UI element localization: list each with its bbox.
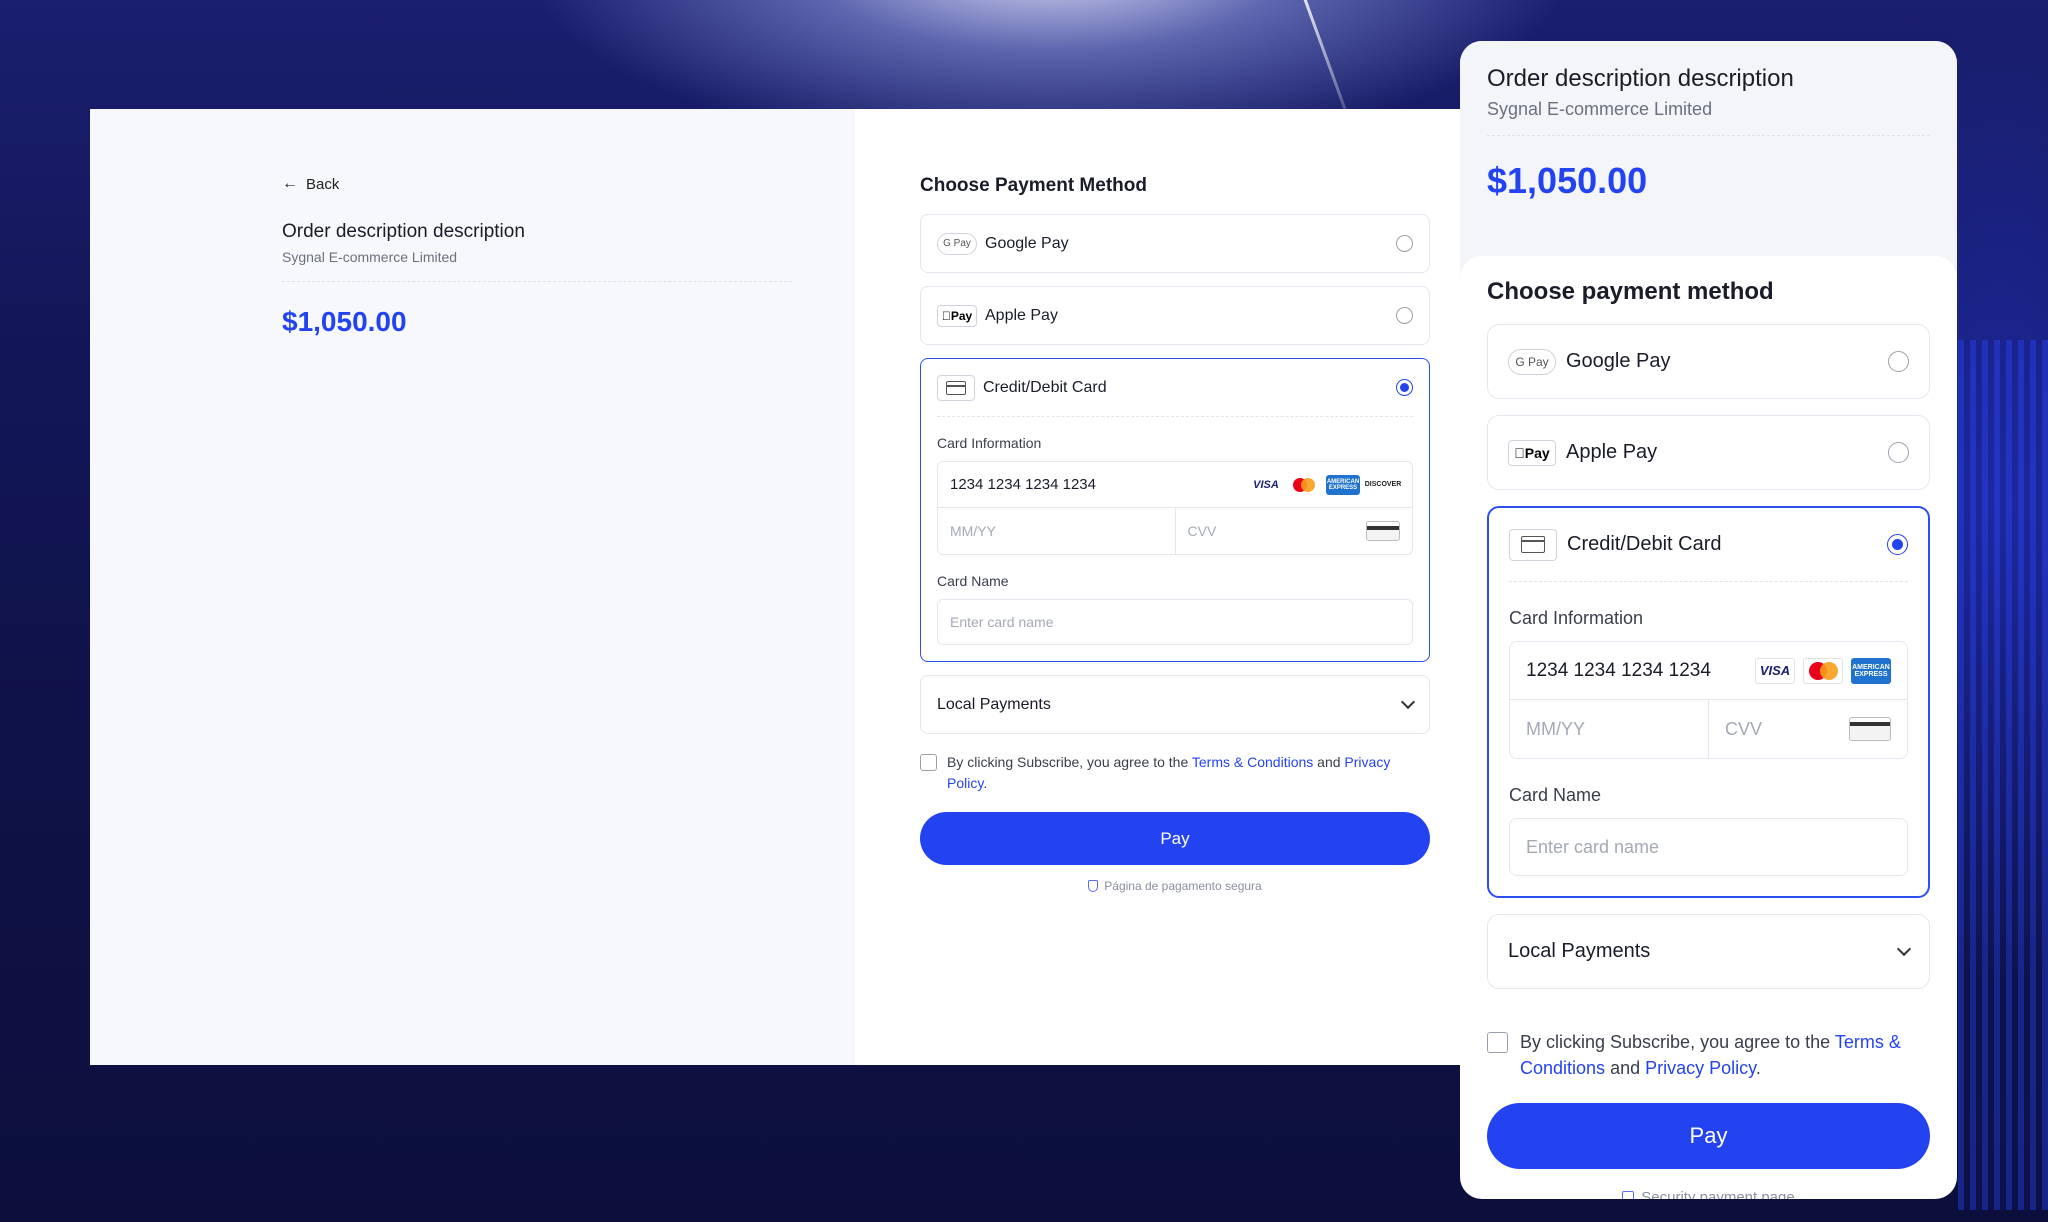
payment-option-label: Google Pay [985, 234, 1069, 252]
expiry-input[interactable]: MM/YY [1510, 700, 1709, 758]
discover-icon: DISCOVER [1364, 481, 1402, 488]
terms-agreement: By clicking Subscribe, you agree to the … [920, 752, 1430, 794]
mobile-checkout: Order description description Sygnal E-c… [1460, 41, 1957, 1199]
mobile-footer: By clicking Subscribe, you agree to the … [1460, 1009, 1957, 1199]
payment-option-label: Credit/Debit Card [1567, 533, 1722, 555]
terms-link[interactable]: Terms & Conditions [1192, 754, 1313, 770]
order-title: Order description description [282, 221, 525, 242]
card-option-header[interactable]: Credit/Debit Card [937, 359, 1413, 417]
background-stripes [1958, 340, 2048, 1210]
payment-option-label: Apple Pay [985, 306, 1058, 324]
google-pay-radio[interactable] [1396, 235, 1413, 252]
amex-icon: AMERICAN EXPRESS [1326, 474, 1360, 495]
local-payments-label: Local Payments [1508, 940, 1651, 962]
merchant-name: Sygnal E-commerce Limited [1487, 99, 1930, 136]
payment-option-label: Google Pay [1566, 350, 1671, 372]
local-payments-dropdown[interactable]: Local Payments [920, 675, 1430, 734]
payment-option-card[interactable]: Credit/Debit Card Card Information 1234 … [1487, 506, 1930, 898]
payment-option-google-pay[interactable]: G Pay Google Pay [920, 214, 1430, 273]
card-number-input[interactable]: 1234 1234 1234 1234 VISA AMERICAN EXPRES… [1510, 642, 1907, 700]
order-amount: $1,050.00 [1487, 160, 1648, 201]
google-pay-logo-icon: G Pay [937, 232, 977, 255]
google-pay-logo-icon: G Pay [1508, 348, 1556, 375]
local-payments-label: Local Payments [937, 695, 1051, 713]
chevron-down-icon [1896, 941, 1912, 957]
credit-card-icon [937, 374, 975, 401]
order-title: Order description description [1487, 65, 1794, 92]
credit-card-icon [1509, 528, 1557, 561]
merchant-name: Sygnal E-commerce Limited [282, 249, 792, 282]
card-radio[interactable] [1887, 534, 1908, 555]
payment-option-label: Credit/Debit Card [983, 378, 1107, 396]
payment-method-heading: Choose Payment Method [920, 175, 1147, 196]
terms-checkbox[interactable] [920, 754, 937, 771]
terms-checkbox[interactable] [1487, 1032, 1508, 1053]
terms-agreement: By clicking Subscribe, you agree to the … [1487, 1029, 1930, 1081]
shield-icon [1088, 880, 1099, 892]
payment-option-card[interactable]: Credit/Debit Card Card Information 1234 … [920, 358, 1430, 662]
card-info-label: Card Information [1509, 608, 1644, 628]
card-option-header[interactable]: Credit/Debit Card [1509, 508, 1908, 582]
mastercard-icon [1288, 475, 1320, 495]
cvv-input[interactable]: CVV [1709, 700, 1907, 758]
expiry-input[interactable]: MM/YY [938, 508, 1176, 554]
apple-pay-radio[interactable] [1396, 307, 1413, 324]
payment-option-apple-pay[interactable]: Pay Apple Pay [1487, 415, 1930, 490]
apple-pay-radio[interactable] [1888, 442, 1909, 463]
amex-icon: AMERICAN EXPRESS [1851, 657, 1891, 684]
expiry-cvv-row: MM/YY CVV [938, 508, 1412, 554]
visa-icon: VISA [1253, 478, 1279, 491]
payment-option-google-pay[interactable]: G Pay Google Pay [1487, 324, 1930, 399]
secure-note: Página de pagamento segura [920, 879, 1430, 893]
back-label: Back [306, 175, 340, 193]
desktop-checkout: ← Back Order description description Syg… [90, 109, 1460, 1065]
arrow-left-icon: ← [282, 175, 298, 192]
terms-text: By clicking Subscribe, you agree to the … [947, 754, 1391, 791]
card-info-group: 1234 1234 1234 1234 VISA AMERICAN EXPRES… [1509, 641, 1908, 759]
google-pay-radio[interactable] [1888, 351, 1909, 372]
card-number-value: 1234 1234 1234 1234 [950, 476, 1096, 493]
shield-icon [1622, 1190, 1635, 1199]
apple-pay-logo-icon: Pay [937, 304, 977, 327]
chevron-down-icon [1400, 694, 1416, 710]
card-number-input[interactable]: 1234 1234 1234 1234 VISA AMERICAN EXPRES… [938, 462, 1412, 508]
card-name-input[interactable]: Enter card name [1509, 818, 1908, 876]
pay-button[interactable]: Pay [920, 812, 1430, 865]
card-name-input[interactable]: Enter card name [937, 599, 1413, 645]
visa-icon: VISA [1755, 657, 1795, 684]
card-name-label: Card Name [937, 573, 1009, 589]
payment-option-label: Apple Pay [1566, 441, 1658, 463]
cvv-input[interactable]: CVV [1176, 508, 1413, 554]
local-payments-dropdown[interactable]: Local Payments [1487, 914, 1930, 989]
mobile-payment-panel: Choose payment method G Pay Google Pay … [1460, 256, 1957, 1009]
payment-panel: Choose Payment Method G Pay Google Pay … [855, 109, 1460, 1065]
order-summary-panel: ← Back Order description description Syg… [90, 109, 855, 1065]
back-button[interactable]: ← Back [282, 175, 855, 193]
mobile-order-summary: Order description description Sygnal E-c… [1460, 41, 1957, 256]
card-info-group: 1234 1234 1234 1234 VISA AMERICAN EXPRES… [937, 461, 1413, 555]
privacy-link[interactable]: Privacy Policy [1645, 1058, 1756, 1078]
mobile-payment-body: Choose payment method G Pay Google Pay … [1460, 256, 1957, 1009]
payment-method-heading: Choose payment method [1487, 278, 1774, 305]
expiry-cvv-row: MM/YY CVV [1510, 700, 1907, 758]
secure-note: Security payment page [1487, 1189, 1930, 1199]
card-info-label: Card Information [937, 435, 1042, 451]
terms-text: By clicking Subscribe, you agree to the … [1520, 1032, 1901, 1078]
card-name-label: Card Name [1509, 785, 1602, 805]
payment-option-apple-pay[interactable]: Pay Apple Pay [920, 286, 1430, 345]
apple-pay-logo-icon: Pay [1508, 439, 1556, 466]
card-back-icon [1849, 717, 1891, 741]
background-light-beam [1300, 0, 1348, 113]
card-radio[interactable] [1396, 379, 1413, 396]
card-number-value: 1234 1234 1234 1234 [1526, 659, 1711, 681]
mastercard-icon [1803, 657, 1843, 684]
card-back-icon [1366, 521, 1400, 541]
pay-button[interactable]: Pay [1487, 1103, 1930, 1169]
order-amount: $1,050.00 [282, 306, 407, 337]
